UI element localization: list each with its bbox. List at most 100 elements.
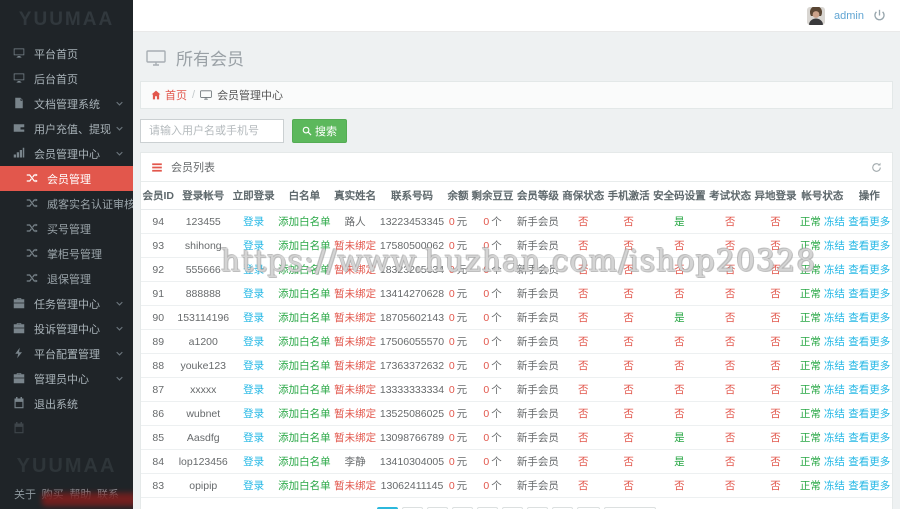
sidebar-item-document-system[interactable]: 文档管理系统 <box>0 91 133 116</box>
login-link[interactable]: 登录 <box>243 240 264 252</box>
panel-header: 会员列表 <box>141 153 892 182</box>
footer-link-about[interactable]: 关于 <box>14 486 36 502</box>
freeze-link[interactable]: 冻结 <box>824 480 845 492</box>
sidebar-item-refund-manage[interactable]: 退保管理 <box>0 266 133 291</box>
login-link[interactable]: 登录 <box>243 360 264 372</box>
refresh-icon[interactable] <box>871 162 882 173</box>
view-more-link[interactable]: 查看更多 <box>848 216 890 228</box>
login-link[interactable]: 登录 <box>243 432 264 444</box>
add-whitelist-link[interactable]: 添加白名单 <box>278 480 331 492</box>
cell-account-status: 正常 冻结 <box>798 281 847 306</box>
login-link[interactable]: 登录 <box>243 264 264 276</box>
view-more-link[interactable]: 查看更多 <box>848 408 890 420</box>
add-whitelist-link[interactable]: 添加白名单 <box>278 384 331 396</box>
freeze-link[interactable]: 冻结 <box>824 432 845 444</box>
balance-unit: 元 <box>456 336 468 348</box>
cell-member-id: 89 <box>141 329 176 354</box>
add-whitelist-link[interactable]: 添加白名单 <box>278 432 331 444</box>
freeze-link[interactable]: 冻结 <box>824 456 845 468</box>
freeze-link[interactable]: 冻结 <box>824 384 845 396</box>
search-button[interactable]: 搜索 <box>292 119 347 143</box>
view-more-link[interactable]: 查看更多 <box>848 432 890 444</box>
exam-flag: 否 <box>724 432 736 444</box>
sidebar-item-admin-center[interactable]: 管理员中心 <box>0 366 133 391</box>
freeze-link[interactable]: 冻结 <box>824 288 845 300</box>
power-icon[interactable] <box>873 9 886 22</box>
cell-account: a1200 <box>175 329 231 354</box>
view-more-link[interactable]: 查看更多 <box>848 240 890 252</box>
sidebar-footer-logo: YUUMAA <box>16 455 117 477</box>
sidebar-item-member-manage[interactable]: 会员管理 <box>0 166 133 191</box>
cell-remote-login: 否 <box>752 305 799 330</box>
login-link[interactable]: 登录 <box>243 288 264 300</box>
view-more-link[interactable]: 查看更多 <box>848 456 890 468</box>
cell-whitelist: 添加白名单 <box>276 209 333 234</box>
briefcase-icon <box>13 372 26 385</box>
login-link[interactable]: 登录 <box>243 384 264 396</box>
sidebar-item-admin-home[interactable]: 后台首页 <box>0 66 133 91</box>
sidebar-item-platform-home[interactable]: 平台首页 <box>0 41 133 66</box>
login-link[interactable]: 登录 <box>243 408 264 420</box>
view-more-link[interactable]: 查看更多 <box>848 360 890 372</box>
sidebar-item-realname-audit[interactable]: 威客实名认证审核 <box>0 191 133 216</box>
cell-exam-status: 否 <box>707 449 753 474</box>
login-link[interactable]: 登录 <box>243 216 264 228</box>
phone-active-flag: 否 <box>623 456 634 468</box>
add-whitelist-link[interactable]: 添加白名单 <box>278 336 331 348</box>
login-link[interactable]: 登录 <box>243 312 264 324</box>
sidebar-item-label: 退保管理 <box>47 273 91 286</box>
avatar[interactable] <box>807 6 826 25</box>
freeze-link[interactable]: 冻结 <box>824 360 845 372</box>
sidebar-item-buy-account[interactable]: 买号管理 <box>0 216 133 241</box>
add-whitelist-link[interactable]: 添加白名单 <box>278 264 331 276</box>
sidebar-item-logout-system[interactable]: 退出系统 <box>0 391 133 416</box>
cell-phone-active: 否 <box>605 449 652 474</box>
login-link[interactable]: 登录 <box>243 336 264 348</box>
sidebar-item-complaint-center[interactable]: 投诉管理中心 <box>0 316 133 341</box>
view-more-link[interactable]: 查看更多 <box>848 312 890 324</box>
add-whitelist-link[interactable]: 添加白名单 <box>278 408 331 420</box>
add-whitelist-link[interactable]: 添加白名单 <box>278 312 331 324</box>
freeze-link[interactable]: 冻结 <box>824 408 845 420</box>
cell-remote-login: 否 <box>752 281 799 306</box>
username-link[interactable]: admin <box>834 10 864 22</box>
add-whitelist-link[interactable]: 添加白名单 <box>278 456 331 468</box>
cell-security-code: 否 <box>651 401 708 426</box>
sidebar-item-task-center[interactable]: 任务管理中心 <box>0 291 133 316</box>
add-whitelist-link[interactable]: 添加白名单 <box>278 216 331 228</box>
login-link[interactable]: 登录 <box>243 480 264 492</box>
cell-member-id: 91 <box>141 281 176 306</box>
freeze-link[interactable]: 冻结 <box>824 312 845 324</box>
cell-account: youke123 <box>175 353 231 378</box>
search-input[interactable] <box>140 119 284 143</box>
sidebar-item-shopkeeper[interactable]: 掌柜号管理 <box>0 241 133 266</box>
view-more-link[interactable]: 查看更多 <box>848 384 890 396</box>
cell-level: 新手会员 <box>515 257 561 282</box>
add-whitelist-link[interactable]: 添加白名单 <box>278 240 331 252</box>
add-whitelist-link[interactable]: 添加白名单 <box>278 360 331 372</box>
beans-unit: 个 <box>491 240 502 252</box>
add-whitelist-link[interactable]: 添加白名单 <box>278 288 331 300</box>
sidebar-item-user-recharge[interactable]: 用户充值、提现 <box>0 116 133 141</box>
breadcrumb-home[interactable]: 首页 <box>151 87 187 103</box>
freeze-link[interactable]: 冻结 <box>824 264 845 276</box>
sidebar: YUUMAA 平台首页 后台首页 文档管理系统用户充值、提现会员管理中心 会员管理 威客… <box>0 0 133 509</box>
view-more-link[interactable]: 查看更多 <box>848 480 890 492</box>
sidebar-item-label: 任务管理中心 <box>34 298 100 311</box>
cell-account-status: 正常 冻结 <box>798 257 847 282</box>
security-code-flag: 否 <box>674 336 685 348</box>
sidebar-item-member-center[interactable]: 会员管理中心 <box>0 141 133 166</box>
cell-beans: 0个 <box>469 257 516 282</box>
cell-realname: 暂未绑定 <box>332 377 378 402</box>
cell-exam-status: 否 <box>707 233 753 258</box>
view-more-link[interactable]: 查看更多 <box>848 264 890 276</box>
freeze-link[interactable]: 冻结 <box>824 216 845 228</box>
freeze-link[interactable]: 冻结 <box>824 336 845 348</box>
sidebar-item-platform-config[interactable]: 平台配置管理 <box>0 341 133 366</box>
login-link[interactable]: 登录 <box>243 456 264 468</box>
view-more-link[interactable]: 查看更多 <box>848 336 890 348</box>
sidebar-item-label: 用户充值、提现 <box>34 123 111 136</box>
view-more-link[interactable]: 查看更多 <box>848 288 890 300</box>
freeze-link[interactable]: 冻结 <box>824 240 845 252</box>
cell-member-id: 85 <box>141 425 176 450</box>
